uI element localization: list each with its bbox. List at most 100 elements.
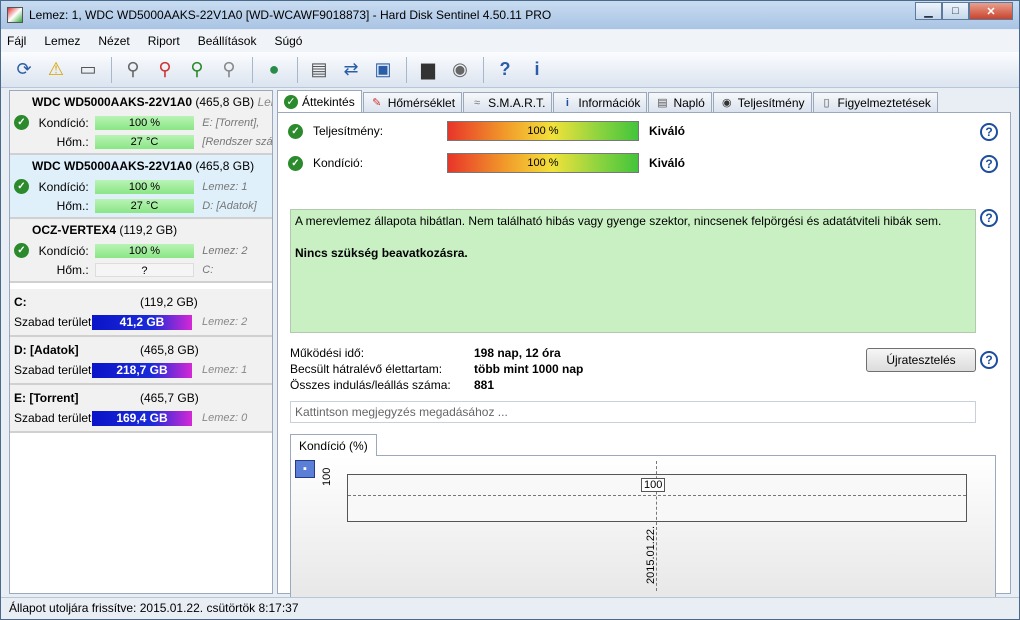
volume-disk: Lemez: 1 bbox=[202, 364, 248, 376]
main-window: Lemez: 1, WDC WD5000AAKS-22V1A0 [WD-WCAW… bbox=[0, 0, 1020, 620]
free-space-label: Szabad terület bbox=[14, 411, 92, 425]
test-ok-icon[interactable]: ⚲ bbox=[184, 57, 210, 83]
retest-button[interactable]: Újratesztelés bbox=[866, 348, 976, 372]
free-space-bar: 41,2 GB bbox=[92, 314, 192, 330]
y-axis-label: 100 bbox=[321, 467, 333, 486]
free-space-label: Szabad terület bbox=[14, 363, 92, 377]
disk-item[interactable]: WDC WD5000AAKS-22V1A0 (465,8 GB) Lem ✓ Ko… bbox=[10, 91, 272, 155]
performance-bar: 100 % bbox=[447, 121, 639, 141]
app-icon bbox=[7, 7, 23, 23]
log-icon: ▤ bbox=[657, 97, 668, 109]
help-icon[interactable]: ? bbox=[980, 209, 998, 227]
info-icon: i bbox=[565, 96, 569, 109]
smart-icon: ≈ bbox=[474, 96, 481, 109]
toolbar-separator bbox=[483, 56, 484, 83]
disk-volume-note: [Rendszer szá bbox=[202, 135, 272, 148]
note-input[interactable]: Kattintson megjegyzés megadásához ... bbox=[290, 401, 976, 423]
test-icon[interactable]: ⚲ bbox=[120, 57, 146, 83]
maximize-button[interactable]: □ bbox=[942, 2, 969, 20]
network-icon[interactable]: ▣ bbox=[370, 57, 396, 83]
tab-label: Teljesítmény bbox=[737, 95, 805, 110]
start-stop-value: 881 bbox=[474, 378, 495, 392]
close-button[interactable]: ✕ bbox=[969, 2, 1013, 20]
tab-smart[interactable]: ≈ S.M.A.R.T. bbox=[463, 92, 553, 112]
window-title: Lemez: 1, WDC WD5000AAKS-22V1A0 [WD-WCAW… bbox=[29, 8, 552, 22]
toolbar: ⟳ ⚠ ▭ ⚲ ⚲ ⚲ ⚲ ● ▤ ⇄ ▣ ▆ ◉ ? i bbox=[1, 52, 1019, 88]
tab-temperature[interactable]: ✎ Hőmérséklet bbox=[362, 92, 463, 112]
help-icon[interactable]: ? bbox=[980, 351, 998, 369]
condition-bar: 100 % bbox=[94, 179, 195, 194]
disk-number: Lemez: 2 bbox=[202, 244, 248, 257]
volume-item[interactable]: E: [Torrent] (465,7 GB) Szabad terület 169… bbox=[10, 385, 272, 433]
free-space-bar: 169,4 GB bbox=[92, 410, 192, 426]
disk-item-selected[interactable]: WDC WD5000AAKS-22V1A0 (465,8 GB) ✓ Kondíc… bbox=[10, 155, 272, 219]
help-icon[interactable]: ? bbox=[980, 155, 998, 173]
save-icon[interactable]: ▪ bbox=[295, 460, 315, 478]
start-stop-label: Összes indulás/leállás száma: bbox=[290, 378, 451, 392]
report-icon[interactable]: ▤ bbox=[306, 57, 332, 83]
check-icon: ✓ bbox=[14, 179, 29, 194]
tab-performance[interactable]: ◉ Teljesítmény bbox=[712, 92, 812, 112]
temperature-bar: 27 °C bbox=[94, 198, 195, 213]
title-bar[interactable]: Lemez: 1, WDC WD5000AAKS-22V1A0 [WD-WCAW… bbox=[1, 1, 1019, 29]
tab-log[interactable]: ▤ Napló bbox=[648, 92, 712, 112]
sound-icon[interactable]: ◉ bbox=[447, 57, 473, 83]
status-message-box: A merevlemez állapota hibátlan. Nem talá… bbox=[290, 209, 976, 333]
check-icon: ✓ bbox=[284, 94, 298, 109]
tab-label: Napló bbox=[673, 95, 705, 110]
disk-list-panel: WDC WD5000AAKS-22V1A0 (465,8 GB) Lem ✓ Ko… bbox=[9, 90, 273, 594]
disk-volume-note: C: bbox=[202, 263, 214, 276]
disk-icon[interactable]: ▭ bbox=[75, 57, 101, 83]
minimize-button[interactable]: ▁ bbox=[915, 2, 942, 20]
menu-help[interactable]: Súgó bbox=[274, 34, 302, 48]
globe-icon[interactable]: ● bbox=[261, 57, 287, 83]
menu-view[interactable]: Nézet bbox=[98, 34, 129, 48]
menu-file[interactable]: Fájl bbox=[7, 34, 26, 48]
volume-capacity: (465,7 GB) bbox=[140, 391, 199, 405]
refresh-icon[interactable]: ⟳ bbox=[11, 57, 37, 83]
disk-name-row: WDC WD5000AAKS-22V1A0 (465,8 GB) bbox=[10, 159, 272, 177]
help-icon[interactable]: ? bbox=[492, 57, 518, 83]
condition-label: Kondíció: bbox=[38, 179, 89, 194]
warning-icon[interactable]: ⚠ bbox=[43, 57, 69, 83]
free-space-label: Szabad terület bbox=[14, 315, 92, 329]
uptime-value: 198 nap, 12 óra bbox=[474, 346, 561, 360]
volume-item[interactable]: C: (119,2 GB) Szabad terület 41,2 GB Lemez:… bbox=[10, 289, 272, 337]
condition-label: Kondíció: bbox=[313, 156, 364, 170]
status-message: A merevlemez állapota hibátlan. Nem talá… bbox=[295, 214, 942, 228]
toolbar-separator bbox=[297, 56, 298, 83]
disk-stats: Működési idő: 198 nap, 12 óra Becsült hát… bbox=[290, 345, 583, 393]
help-icon[interactable]: ? bbox=[980, 123, 998, 141]
uptime-label: Működési idő: bbox=[290, 346, 365, 360]
x-tick-label: 2015.01.22. bbox=[645, 525, 657, 584]
chart-tab-condition[interactable]: Kondíció (%) bbox=[290, 434, 377, 456]
condition-label: Kondíció: bbox=[38, 243, 89, 258]
volume-capacity: (119,2 GB) bbox=[140, 295, 198, 309]
test-red-icon[interactable]: ⚲ bbox=[152, 57, 178, 83]
volume-item[interactable]: D: [Adatok] (465,8 GB) Szabad terület 218,… bbox=[10, 337, 272, 385]
free-space-bar: 218,7 GB bbox=[92, 362, 192, 378]
tab-overview[interactable]: ✓ Áttekintés bbox=[277, 90, 362, 112]
temperature-bar: 27 °C bbox=[94, 134, 195, 149]
disk-item[interactable]: OCZ-VERTEX4 (119,2 GB) ✓ Kondíció: 100 % Le… bbox=[10, 219, 272, 283]
disk-name: WDC WD5000AAKS-22V1A0 bbox=[32, 95, 193, 109]
disk-number: Lemez: 1 bbox=[202, 180, 248, 193]
disk-name-row: WDC WD5000AAKS-22V1A0 (465,8 GB) Lem bbox=[10, 95, 272, 113]
toolbar-separator bbox=[252, 56, 253, 83]
chart-value-line bbox=[348, 495, 966, 496]
monitor-icon[interactable]: ▆ bbox=[415, 57, 441, 83]
check-icon: ✓ bbox=[288, 155, 303, 171]
tab-label: Hőmérséklet bbox=[387, 95, 456, 110]
tab-information[interactable]: i Információk bbox=[553, 92, 648, 112]
menu-disk[interactable]: Lemez bbox=[44, 34, 80, 48]
test-stop-icon[interactable]: ⚲ bbox=[216, 57, 242, 83]
info-icon[interactable]: i bbox=[524, 57, 550, 83]
menu-report[interactable]: Riport bbox=[148, 34, 180, 48]
tab-alerts[interactable]: ▯ Figyelmeztetések bbox=[812, 92, 938, 112]
menu-settings[interactable]: Beállítások bbox=[198, 34, 257, 48]
sync-icon[interactable]: ⇄ bbox=[338, 57, 364, 83]
details-panel: ✓ Áttekintés ✎ Hőmérséklet ≈ S.M.A.R.T. i In… bbox=[277, 90, 1011, 601]
tab-label: S.M.A.R.T. bbox=[488, 95, 546, 110]
disk-name: WDC WD5000AAKS-22V1A0 bbox=[32, 159, 193, 173]
performance-row: ✓ Teljesítmény: 100 % Kiváló bbox=[288, 121, 685, 141]
